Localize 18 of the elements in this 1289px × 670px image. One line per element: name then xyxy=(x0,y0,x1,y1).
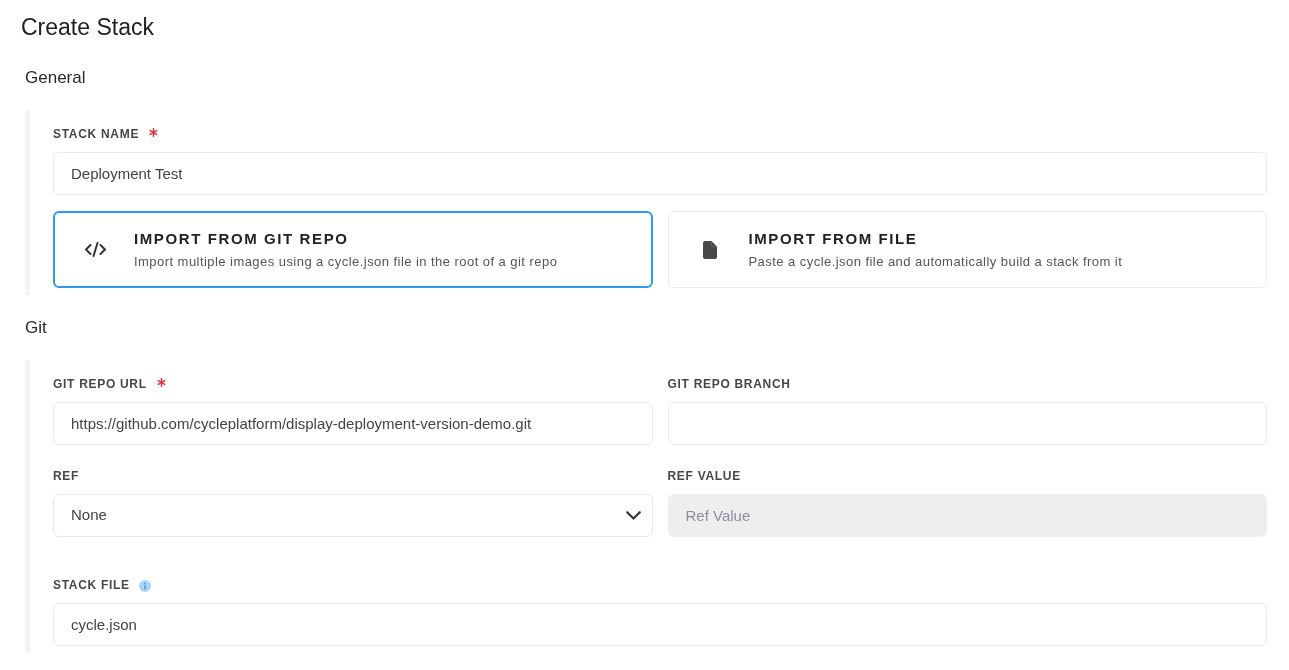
import-option-card[interactable]: IMPORT FROM GIT REPO Import multiple images using a cycle.json file in the root of a git repo xyxy=(53,211,653,288)
chevron-down-icon xyxy=(625,511,641,520)
field-label: STACK FILE xyxy=(53,577,130,594)
import-option-card[interactable]: IMPORT FROM FILE Paste a cycle.json file and automatically build a stack from it xyxy=(667,211,1267,288)
text-input-field[interactable]: https://github.com/cycleplatform/display-deployment-version-demo.git xyxy=(53,402,653,445)
field-label: REF VALUE xyxy=(667,468,741,485)
field-label: GIT REPO BRANCH xyxy=(667,376,791,393)
section-heading: Git xyxy=(25,317,47,339)
text-input-field[interactable]: Deployment Test xyxy=(53,152,1267,195)
field-label: REF xyxy=(53,468,80,485)
field-label: STACK NAME xyxy=(53,126,140,143)
dropdown-select[interactable]: None xyxy=(53,494,653,537)
code-icon xyxy=(84,242,106,257)
document-icon xyxy=(702,240,717,259)
section-heading: General xyxy=(25,67,86,89)
field-label: GIT REPO URL xyxy=(53,376,147,393)
text-input-field[interactable]: cycle.json xyxy=(53,603,1267,646)
page-title: Create Stack xyxy=(21,13,154,42)
